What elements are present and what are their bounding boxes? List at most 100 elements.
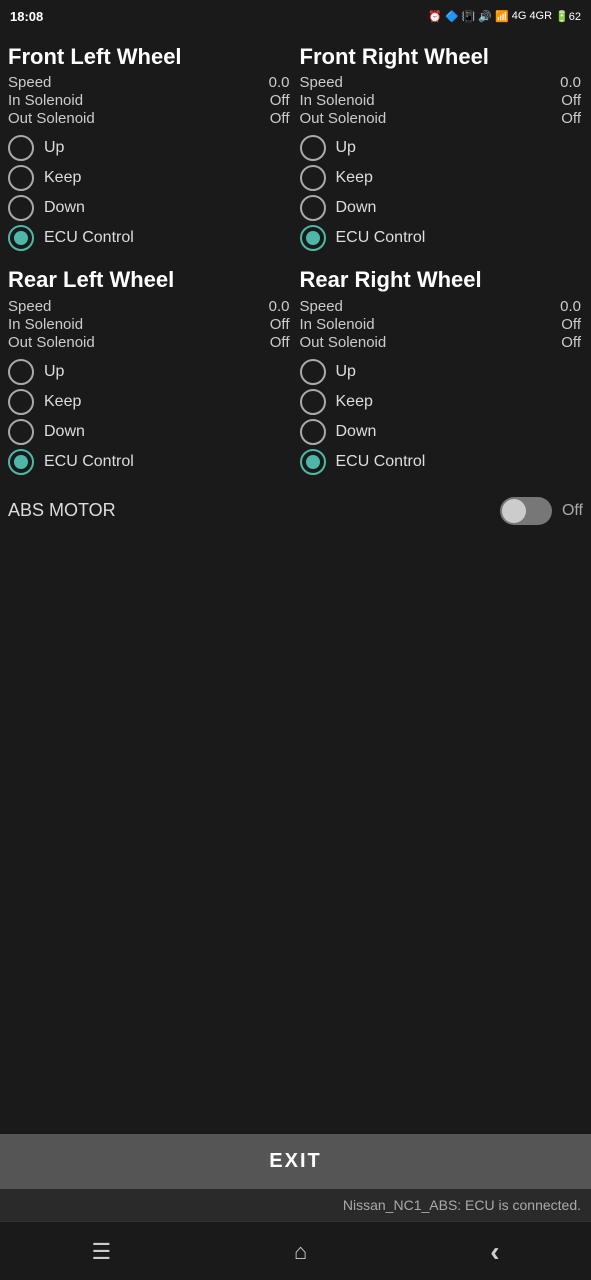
nav-back-icon[interactable]: ‹: [470, 1232, 519, 1272]
ecu-status-bar: Nissan_NC1_ABS: ECU is connected.: [0, 1189, 591, 1221]
volume-icon: 🔊: [478, 10, 492, 23]
abs-motor-state: Off: [562, 502, 583, 520]
front-left-speed-value: 0.0: [269, 74, 290, 91]
front-right-radio-group: Up Keep Down ECU Control: [300, 135, 582, 251]
rear-left-radio-ecu-circle: [8, 449, 34, 475]
front-right-radio-up[interactable]: Up: [300, 135, 582, 161]
front-right-radio-ecu-label: ECU Control: [336, 229, 426, 247]
rear-right-outsolenoid-label: Out Solenoid: [300, 334, 387, 351]
front-left-radio-down-circle: [8, 195, 34, 221]
front-right-radio-down[interactable]: Down: [300, 195, 582, 221]
rear-right-speed-value: 0.0: [560, 298, 581, 315]
rear-left-outsolenoid-value: Off: [270, 334, 290, 351]
front-left-radio-ecu[interactable]: ECU Control: [8, 225, 290, 251]
rear-right-outsolenoid-row: Out Solenoid Off: [300, 334, 582, 351]
front-right-outsolenoid-value: Off: [561, 110, 581, 127]
abs-motor-toggle[interactable]: [500, 497, 552, 525]
exit-button[interactable]: EXIT: [0, 1134, 591, 1189]
front-right-insolenoid-label: In Solenoid: [300, 92, 375, 109]
battery-icon: 🔋62: [555, 10, 581, 23]
front-left-radio-up[interactable]: Up: [8, 135, 290, 161]
front-left-speed-row: Speed 0.0: [8, 74, 290, 91]
rear-right-radio-keep-circle: [300, 389, 326, 415]
front-right-title: Front Right Wheel: [300, 44, 582, 70]
rear-left-radio-down-label: Down: [44, 423, 85, 441]
ecu-status-text: Nissan_NC1_ABS: ECU is connected.: [343, 1197, 581, 1213]
front-right-radio-ecu-circle: [300, 225, 326, 251]
rear-right-radio-down-circle: [300, 419, 326, 445]
rear-right-radio-ecu-label: ECU Control: [336, 453, 426, 471]
front-left-insolenoid-label: In Solenoid: [8, 92, 83, 109]
front-right-insolenoid-value: Off: [561, 92, 581, 109]
vibrate-icon: 📳: [462, 10, 476, 23]
front-right-outsolenoid-row: Out Solenoid Off: [300, 110, 582, 127]
front-right-speed-row: Speed 0.0: [300, 74, 582, 91]
rear-right-speed-label: Speed: [300, 298, 343, 315]
front-left-radio-up-label: Up: [44, 139, 64, 157]
front-right-speed-label: Speed: [300, 74, 343, 91]
rear-right-outsolenoid-value: Off: [561, 334, 581, 351]
front-right-insolenoid-row: In Solenoid Off: [300, 92, 582, 109]
network-4g: 4G: [512, 10, 527, 22]
rear-left-radio-down[interactable]: Down: [8, 419, 290, 445]
front-left-radio-keep-label: Keep: [44, 169, 81, 187]
front-left-radio-up-circle: [8, 135, 34, 161]
front-left-outsolenoid-label: Out Solenoid: [8, 110, 95, 127]
front-right-section: Front Right Wheel Speed 0.0 In Solenoid …: [296, 40, 588, 263]
rear-right-section: Rear Right Wheel Speed 0.0 In Solenoid O…: [296, 263, 588, 486]
rear-left-radio-keep-circle: [8, 389, 34, 415]
rear-left-insolenoid-row: In Solenoid Off: [8, 316, 290, 333]
rear-right-insolenoid-label: In Solenoid: [300, 316, 375, 333]
rear-right-radio-keep[interactable]: Keep: [300, 389, 582, 415]
rear-right-radio-keep-label: Keep: [336, 393, 373, 411]
front-right-radio-keep-label: Keep: [336, 169, 373, 187]
network-4gr: 4GR: [529, 10, 552, 22]
rear-left-insolenoid-value: Off: [270, 316, 290, 333]
rear-left-radio-ecu[interactable]: ECU Control: [8, 449, 290, 475]
nav-bar: ☰ ⌂ ‹: [0, 1221, 591, 1280]
rear-right-radio-ecu[interactable]: ECU Control: [300, 449, 582, 475]
front-left-radio-ecu-circle: [8, 225, 34, 251]
rear-left-radio-up-label: Up: [44, 363, 64, 381]
front-left-title: Front Left Wheel: [8, 44, 290, 70]
front-left-radio-group: Up Keep Down ECU Control: [8, 135, 290, 251]
rear-right-radio-group: Up Keep Down ECU Control: [300, 359, 582, 475]
rear-right-title: Rear Right Wheel: [300, 267, 582, 293]
nav-home-icon[interactable]: ⌂: [274, 1235, 327, 1269]
front-left-insolenoid-row: In Solenoid Off: [8, 92, 290, 109]
rear-left-outsolenoid-row: Out Solenoid Off: [8, 334, 290, 351]
rear-right-radio-up[interactable]: Up: [300, 359, 582, 385]
rear-right-radio-down[interactable]: Down: [300, 419, 582, 445]
rear-left-radio-keep-label: Keep: [44, 393, 81, 411]
front-left-radio-keep-circle: [8, 165, 34, 191]
rear-left-speed-label: Speed: [8, 298, 51, 315]
wheels-grid: Front Left Wheel Speed 0.0 In Solenoid O…: [4, 40, 587, 487]
rear-left-radio-up[interactable]: Up: [8, 359, 290, 385]
bluetooth-icon: 🔷: [445, 10, 459, 23]
abs-motor-label: ABS MOTOR: [8, 500, 490, 521]
rear-right-radio-ecu-circle: [300, 449, 326, 475]
front-left-radio-ecu-label: ECU Control: [44, 229, 134, 247]
front-left-outsolenoid-row: Out Solenoid Off: [8, 110, 290, 127]
rear-right-insolenoid-row: In Solenoid Off: [300, 316, 582, 333]
front-right-radio-up-circle: [300, 135, 326, 161]
front-left-radio-keep[interactable]: Keep: [8, 165, 290, 191]
status-bar: 18:08 ⏰ 🔷 📳 🔊 📶 4G 4GR 🔋62: [0, 0, 591, 32]
front-right-radio-keep[interactable]: Keep: [300, 165, 582, 191]
rear-left-speed-value: 0.0: [269, 298, 290, 315]
rear-left-radio-keep[interactable]: Keep: [8, 389, 290, 415]
status-icons: ⏰ 🔷 📳 🔊 📶 4G 4GR 🔋62: [428, 10, 581, 23]
nav-menu-icon[interactable]: ☰: [71, 1235, 131, 1269]
rear-right-radio-down-label: Down: [336, 423, 377, 441]
rear-left-radio-up-circle: [8, 359, 34, 385]
rear-left-radio-ecu-label: ECU Control: [44, 453, 134, 471]
front-left-radio-down[interactable]: Down: [8, 195, 290, 221]
alarm-icon: ⏰: [428, 10, 442, 23]
front-left-insolenoid-value: Off: [270, 92, 290, 109]
front-left-outsolenoid-value: Off: [270, 110, 290, 127]
status-time: 18:08: [10, 9, 43, 24]
rear-right-radio-up-circle: [300, 359, 326, 385]
rear-left-outsolenoid-label: Out Solenoid: [8, 334, 95, 351]
front-right-radio-ecu[interactable]: ECU Control: [300, 225, 582, 251]
abs-motor-row: ABS MOTOR Off: [4, 487, 587, 535]
